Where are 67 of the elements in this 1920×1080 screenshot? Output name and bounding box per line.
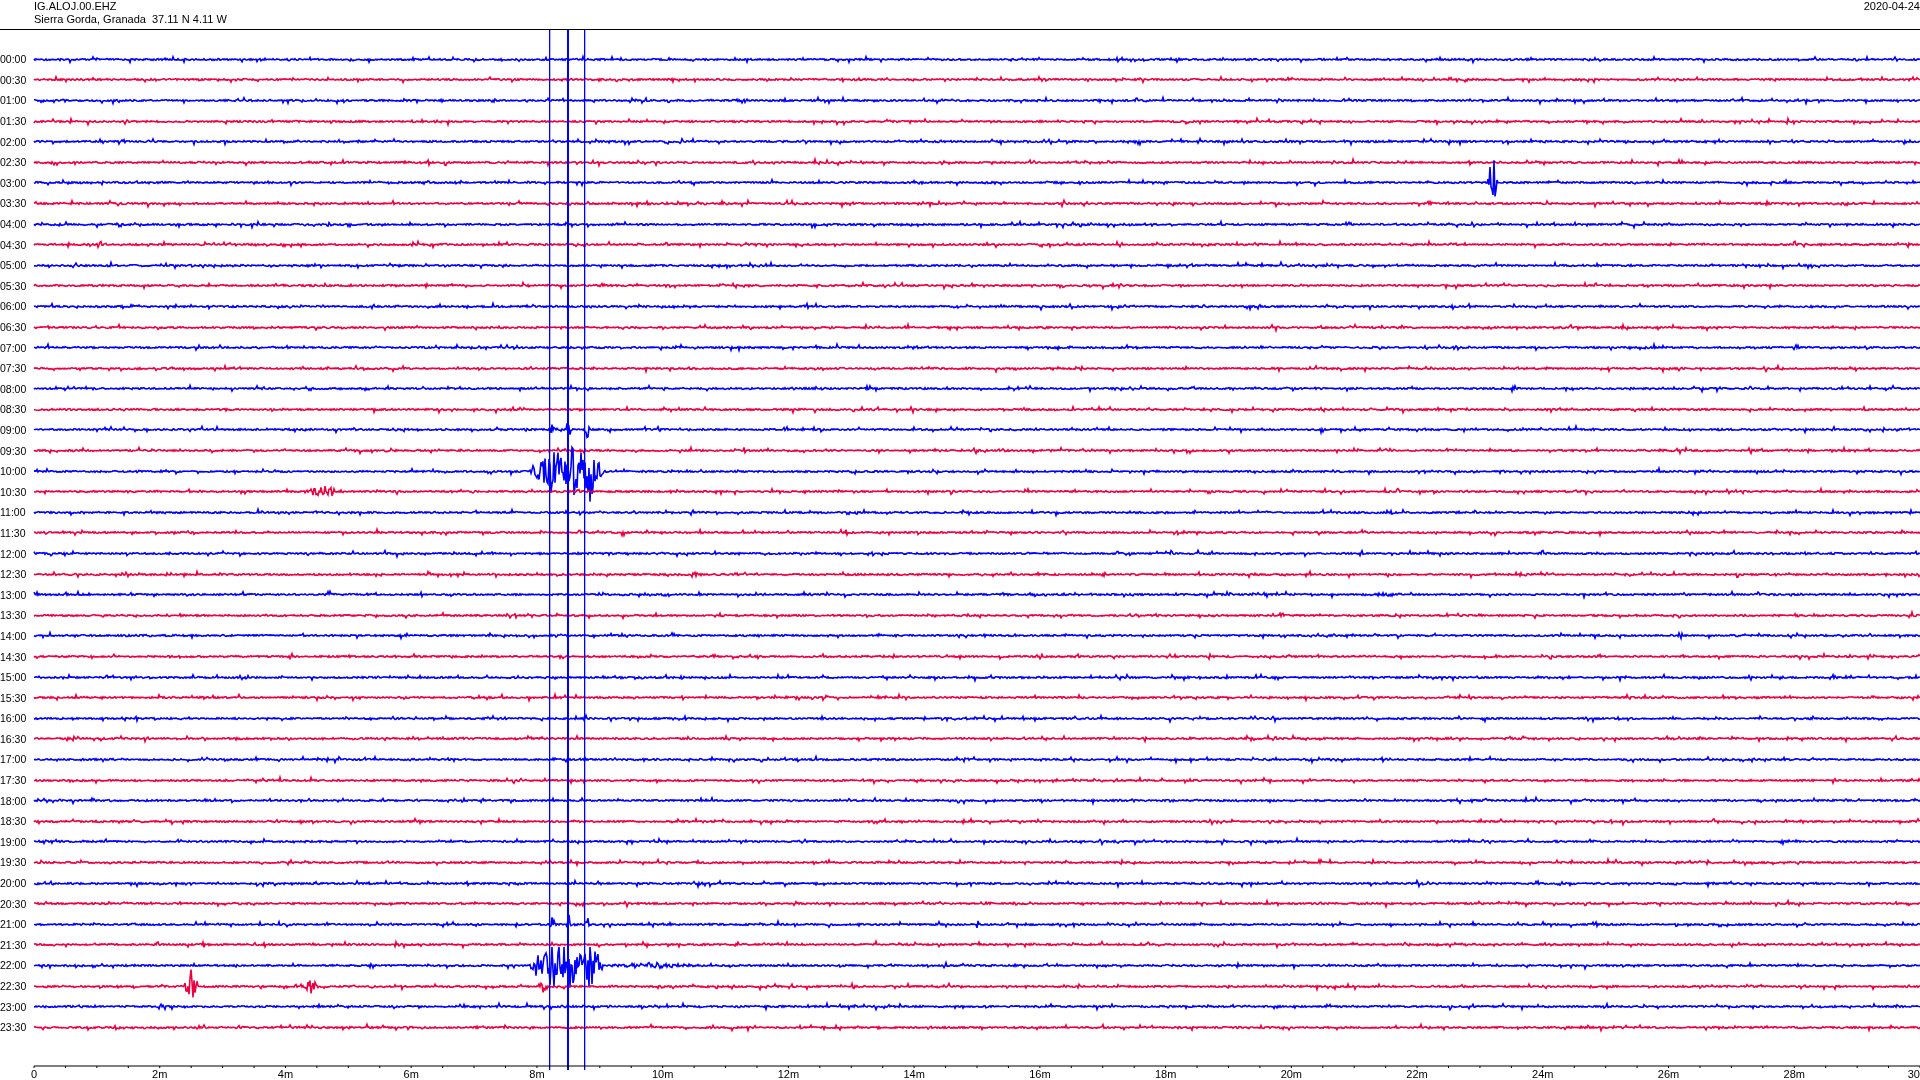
axis-tick-label: 26m bbox=[1657, 1067, 1680, 1080]
time-label: 02:00 bbox=[0, 135, 28, 148]
time-label: 09:30 bbox=[0, 444, 28, 457]
time-label: 03:30 bbox=[0, 197, 28, 210]
axis-tick-label: 18m bbox=[1154, 1067, 1177, 1080]
time-label: 02:30 bbox=[0, 156, 28, 169]
axis-tick-label: 10m bbox=[651, 1067, 674, 1080]
axis-tick-label: 16m bbox=[1029, 1067, 1051, 1080]
time-label: 14:00 bbox=[0, 629, 28, 642]
time-label: 01:30 bbox=[0, 115, 28, 128]
time-label: 22:30 bbox=[0, 980, 28, 992]
time-label: 03:00 bbox=[0, 176, 28, 189]
time-label: 23:30 bbox=[0, 1021, 28, 1034]
axis-tick-label: 0 bbox=[30, 1067, 38, 1080]
time-label: 21:30 bbox=[0, 938, 28, 951]
axis-tick-label: 20m bbox=[1280, 1067, 1303, 1080]
time-label: 01:00 bbox=[0, 94, 28, 107]
time-label: 00:00 bbox=[0, 53, 28, 66]
station-location: Sierra Gorda, Granada 37.11 N 4.11 W bbox=[34, 13, 227, 26]
time-label: 18:30 bbox=[0, 815, 28, 828]
axis-tick-label: 6m bbox=[403, 1067, 419, 1080]
time-label: 08:30 bbox=[0, 403, 28, 416]
axis-tick-label: 28m bbox=[1783, 1067, 1805, 1080]
axis-tick-label: 8m bbox=[529, 1067, 545, 1080]
time-label: 09:00 bbox=[0, 424, 28, 436]
time-label: 12:30 bbox=[0, 568, 28, 581]
date-label: 2020-04-24 bbox=[1863, 0, 1920, 14]
time-label: 17:30 bbox=[0, 774, 28, 787]
time-label: 06:30 bbox=[0, 321, 28, 333]
time-label: 13:00 bbox=[0, 588, 28, 601]
time-label: 17:00 bbox=[0, 753, 28, 766]
time-label: 15:00 bbox=[0, 671, 28, 684]
station-code: IG.ALOJ.00.EHZ bbox=[34, 0, 118, 13]
time-label: 06:00 bbox=[0, 300, 28, 313]
time-label: 20:00 bbox=[0, 877, 28, 890]
time-label: 05:30 bbox=[0, 279, 28, 292]
axis-tick-label: 14m bbox=[903, 1067, 925, 1080]
time-label: 19:30 bbox=[0, 856, 28, 869]
time-label: 07:00 bbox=[0, 341, 28, 354]
time-label: 11:30 bbox=[0, 526, 27, 539]
time-label: 11:00 bbox=[0, 506, 27, 519]
axis-tick-label: 4m bbox=[277, 1067, 294, 1080]
time-label: 15:30 bbox=[0, 691, 28, 704]
time-label: 00:30 bbox=[0, 73, 28, 86]
time-label: 22:00 bbox=[0, 959, 28, 972]
axis-tick-label: 22m bbox=[1406, 1067, 1428, 1080]
time-label: 05:00 bbox=[0, 259, 28, 272]
time-label: 16:30 bbox=[0, 732, 28, 745]
time-label: 07:30 bbox=[0, 362, 28, 375]
time-label: 08:00 bbox=[0, 382, 28, 395]
time-label: 23:00 bbox=[0, 1000, 28, 1013]
axis-tick-label: 12m bbox=[777, 1067, 800, 1080]
axis-tick-label: 24m bbox=[1532, 1067, 1554, 1080]
time-label: 21:00 bbox=[0, 918, 28, 931]
time-label: 16:00 bbox=[0, 712, 28, 725]
time-label: 04:00 bbox=[0, 218, 28, 231]
time-label: 18:00 bbox=[0, 794, 28, 807]
time-label: 12:00 bbox=[0, 547, 28, 560]
time-label: 20:30 bbox=[0, 897, 28, 910]
time-label: 10:00 bbox=[0, 465, 28, 478]
axis-tick-label: 2m bbox=[152, 1067, 168, 1080]
time-label: 13:30 bbox=[0, 609, 28, 622]
axis-tick-label: 30 bbox=[1907, 1067, 1920, 1080]
time-label: 14:30 bbox=[0, 650, 28, 663]
time-label: 04:30 bbox=[0, 238, 28, 251]
time-label: 19:00 bbox=[0, 835, 28, 848]
time-label: 10:30 bbox=[0, 485, 28, 498]
